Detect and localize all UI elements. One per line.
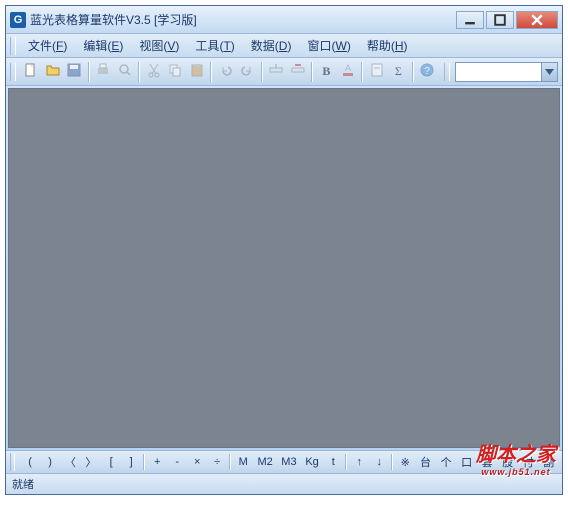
toolbar-separator [210, 62, 212, 82]
toolbar-separator [391, 454, 393, 470]
open-folder-icon [45, 62, 61, 81]
symbol-toolbar: ( ) 〈 〉 [ ] + - × ÷ M M2 M3 Kg t ↑ ↓ ※ 台… [6, 450, 562, 474]
app-window: G 蓝光表格算量软件V3.5 [学习版] 文件(F) 编辑(E) 视图(V) 工… [5, 5, 563, 495]
redo-icon [239, 62, 255, 81]
redo-button[interactable] [237, 61, 258, 83]
color-button[interactable]: A [338, 61, 359, 83]
maximize-button[interactable] [486, 11, 514, 29]
insert-row-icon [268, 62, 284, 81]
sym-multiply[interactable]: × [188, 453, 206, 471]
cut-button[interactable] [143, 61, 164, 83]
paste-button[interactable] [187, 61, 208, 83]
toolbar-separator [412, 62, 414, 82]
menu-edit[interactable]: 编辑(E) [75, 35, 131, 56]
menubar: 文件(F) 编辑(E) 视图(V) 工具(T) 数据(D) 窗口(W) 帮助(H… [6, 34, 562, 58]
sym-plus[interactable]: + [148, 453, 166, 471]
bold-button[interactable]: B [316, 61, 337, 83]
toolbar-separator [361, 62, 363, 82]
sym-down[interactable]: ↓ [370, 453, 388, 471]
undo-icon [218, 62, 234, 81]
copy-icon [167, 62, 183, 81]
unit-m3[interactable]: M3 [278, 453, 300, 471]
toolbar-separator [311, 62, 313, 82]
unit-ge[interactable]: 个 [437, 453, 456, 471]
cut-icon [146, 62, 162, 81]
sym-minus[interactable]: - [168, 453, 186, 471]
unit-m2[interactable]: M2 [254, 453, 276, 471]
new-file-icon [23, 62, 39, 81]
minimize-button[interactable] [456, 11, 484, 29]
sym-rparen[interactable]: ) [41, 453, 59, 471]
toolbar-main: B A Σ ? [6, 58, 562, 86]
open-button[interactable] [42, 61, 63, 83]
calc-icon [369, 62, 385, 81]
toolbar-combo[interactable] [455, 62, 558, 82]
new-button[interactable] [21, 61, 42, 83]
unit-m[interactable]: M [234, 453, 252, 471]
svg-text:A: A [345, 63, 351, 73]
menu-help[interactable]: 帮助(H) [359, 35, 416, 56]
unit-t[interactable]: t [324, 453, 342, 471]
toolbar-separator [138, 62, 140, 82]
menu-window[interactable]: 窗口(W) [299, 35, 358, 56]
sym-rbracket[interactable]: ] [122, 453, 140, 471]
toolbar-separator [143, 454, 145, 470]
unit-tao[interactable]: 套 [478, 453, 497, 471]
sym-divide[interactable]: ÷ [208, 453, 226, 471]
app-icon: G [10, 12, 26, 28]
save-icon [66, 62, 82, 81]
sym-langle[interactable]: 〈 [61, 453, 80, 471]
print-button[interactable] [93, 61, 114, 83]
chevron-down-icon [541, 63, 557, 81]
sym-star[interactable]: ※ [396, 453, 414, 471]
toolbar-separator [345, 454, 347, 470]
undo-button[interactable] [215, 61, 236, 83]
unit-tai[interactable]: 台 [416, 453, 435, 471]
sym-lbracket[interactable]: [ [102, 453, 120, 471]
toolbar-handle[interactable] [10, 63, 16, 81]
titlebar: G 蓝光表格算量软件V3.5 [学习版] [6, 6, 562, 34]
preview-icon [117, 62, 133, 81]
menubar-handle[interactable] [10, 37, 16, 55]
statusbar: 就绪 [6, 474, 562, 494]
color-icon: A [340, 62, 356, 81]
menu-view[interactable]: 视图(V) [131, 35, 187, 56]
delete-row-button[interactable] [287, 61, 308, 83]
save-button[interactable] [64, 61, 85, 83]
preview-button[interactable] [114, 61, 135, 83]
calc-button[interactable] [366, 61, 387, 83]
menu-file[interactable]: 文件(F) [20, 35, 75, 56]
toolbar-separator [261, 62, 263, 82]
mdi-workspace [8, 88, 560, 448]
close-button[interactable] [516, 11, 558, 29]
unit-gu[interactable]: 股 [498, 453, 517, 471]
svg-text:?: ? [424, 66, 430, 77]
menu-data[interactable]: 数据(D) [243, 35, 300, 56]
sum-button[interactable]: Σ [388, 61, 409, 83]
help-button[interactable]: ? [417, 61, 438, 83]
insert-row-button[interactable] [266, 61, 287, 83]
bold-icon: B [322, 64, 330, 79]
unit-kg[interactable]: Kg [302, 453, 322, 471]
print-icon [95, 62, 111, 81]
menu-tools[interactable]: 工具(T) [187, 35, 242, 56]
unit-fu[interactable]: 付 [519, 453, 538, 471]
toolbar-separator [88, 62, 90, 82]
sum-icon: Σ [395, 64, 402, 79]
toolbar-separator [229, 454, 231, 470]
unit-fu2[interactable]: 副 [539, 453, 558, 471]
help-icon: ? [419, 62, 435, 81]
sym-up[interactable]: ↑ [350, 453, 368, 471]
paste-icon [189, 62, 205, 81]
window-title: 蓝光表格算量软件V3.5 [学习版] [30, 11, 456, 28]
symbol-toolbar-handle[interactable] [10, 453, 15, 471]
toolbar-handle-2[interactable] [444, 63, 450, 81]
status-text: 就绪 [12, 476, 34, 492]
sym-rangle[interactable]: 〉 [82, 453, 101, 471]
unit-kou[interactable]: 口 [457, 453, 476, 471]
sym-lparen[interactable]: ( [21, 453, 39, 471]
delete-row-icon [290, 62, 306, 81]
copy-button[interactable] [165, 61, 186, 83]
